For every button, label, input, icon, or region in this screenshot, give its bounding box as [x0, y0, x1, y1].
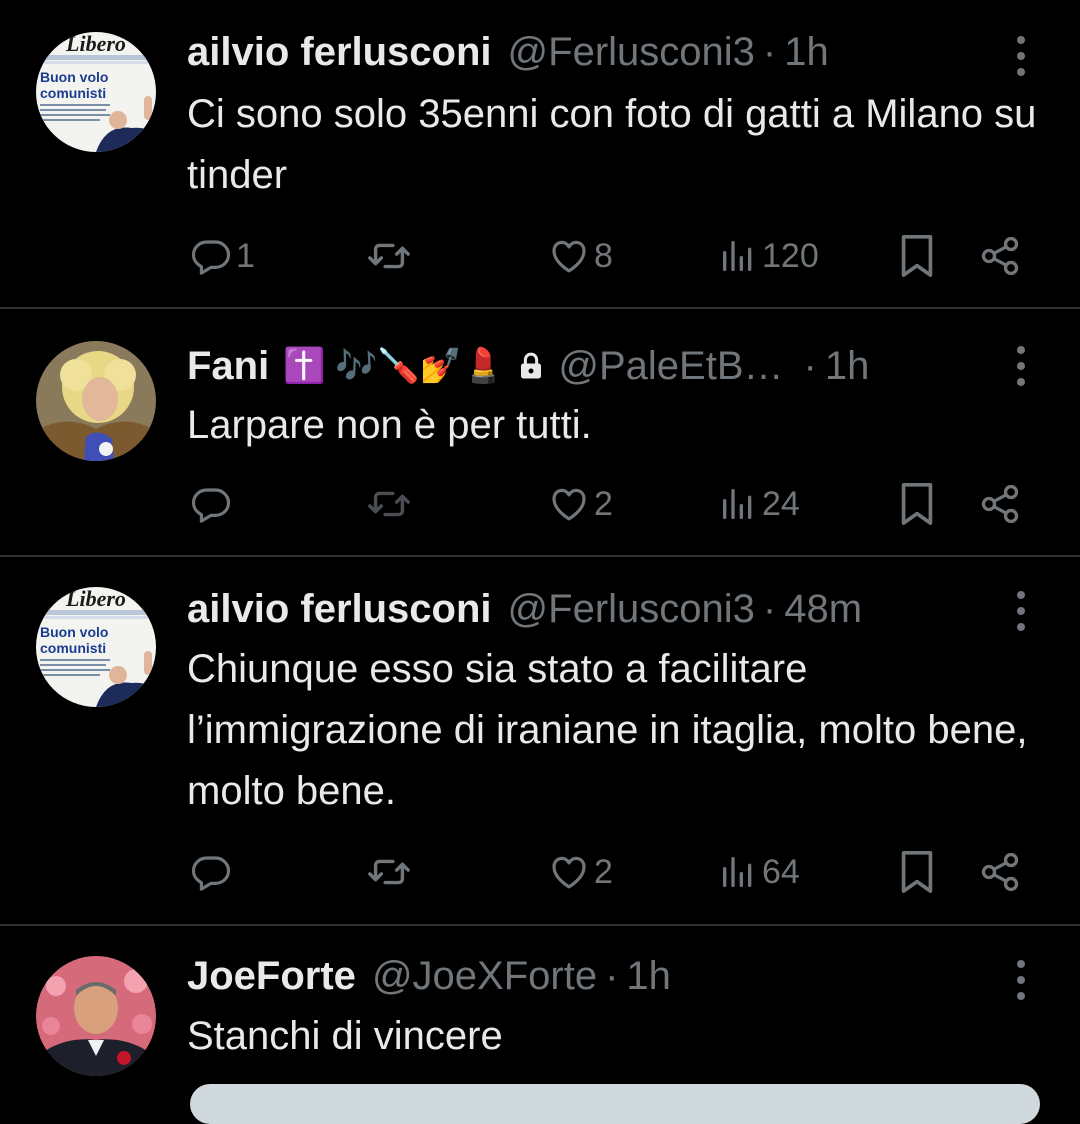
reply-button[interactable]: [190, 842, 232, 902]
bookmark-icon: [901, 851, 933, 893]
heart-icon: [552, 856, 586, 889]
view-count: 24: [762, 484, 800, 523]
bookmark-icon: [901, 483, 933, 525]
tweet[interactable]: Libero Buon volo comunisti ailvio ferlus…: [0, 557, 1080, 926]
views-chart-icon: [723, 489, 752, 519]
like-count: 2: [594, 852, 613, 891]
name-emojis: ✝️ 🎶🪛💅💄: [283, 347, 505, 385]
views-button[interactable]: 24: [718, 474, 800, 534]
view-count: 120: [762, 236, 819, 275]
author-handle[interactable]: @JoeXForte: [372, 954, 597, 999]
avatar[interactable]: [36, 341, 156, 461]
like-count: 8: [594, 236, 613, 275]
retweet-icon: [368, 243, 410, 269]
retweet-button[interactable]: [366, 842, 412, 902]
reply-button[interactable]: 1: [190, 226, 255, 286]
share-button[interactable]: [978, 474, 1022, 534]
timestamp[interactable]: 48m: [784, 587, 862, 632]
bookmark-button[interactable]: [897, 226, 937, 286]
avatar[interactable]: Libero Buon volo comunisti: [36, 32, 156, 152]
share-button[interactable]: [978, 226, 1022, 286]
author-name[interactable]: ailvio ferlusconi: [187, 30, 492, 75]
separator-dot: ·: [803, 343, 817, 388]
svg-text:Buon volo: Buon volo: [40, 69, 108, 85]
bookmark-icon: [901, 235, 933, 277]
like-button[interactable]: 2: [548, 474, 613, 534]
more-options-icon[interactable]: [1006, 581, 1036, 641]
reply-count: 1: [236, 236, 255, 275]
svg-text:comunisti: comunisti: [40, 85, 106, 101]
tweet-text: Stanchi di vincere: [187, 1014, 503, 1058]
like-button[interactable]: 2: [548, 842, 613, 902]
bookmark-button[interactable]: [897, 842, 937, 902]
separator-dot: ·: [762, 29, 777, 74]
views-button[interactable]: 120: [718, 226, 819, 286]
tweet[interactable]: Fani ✝️ 🎶🪛💅💄 @PaleEtB… · 1h Larpare non …: [0, 309, 1080, 557]
heart-icon: [552, 240, 586, 273]
retweet-button[interactable]: [366, 474, 412, 534]
timestamp[interactable]: 1h: [825, 344, 870, 389]
heart-icon: [552, 488, 586, 521]
author-handle[interactable]: @PaleEtB…: [558, 344, 783, 389]
more-options-icon[interactable]: [1006, 950, 1036, 1010]
timestamp[interactable]: 1h: [784, 30, 829, 75]
author-name[interactable]: Fani: [187, 344, 269, 389]
media-preview[interactable]: [190, 1084, 1040, 1124]
like-button[interactable]: 8: [548, 226, 613, 286]
reply-icon: [191, 240, 231, 275]
tweet[interactable]: JoeForte @JoeXForte · 1h Stanchi di vinc…: [0, 926, 1080, 1096]
retweet-icon: [368, 491, 410, 517]
svg-text:comunisti: comunisti: [40, 640, 106, 656]
view-count: 64: [762, 852, 800, 891]
share-icon: [981, 236, 1019, 276]
retweet-button[interactable]: [366, 226, 412, 286]
bookmark-button[interactable]: [897, 474, 937, 534]
share-icon: [981, 852, 1019, 892]
views-button[interactable]: 64: [718, 842, 800, 902]
svg-text:Buon volo: Buon volo: [40, 624, 108, 640]
avatar[interactable]: [36, 956, 156, 1076]
tweet-text: Larpare non è per tutti.: [187, 403, 592, 447]
tweet[interactable]: Libero Buon volo comunisti ailvio ferlus…: [0, 0, 1080, 309]
lock-icon: [516, 351, 546, 381]
tweet-text: Chiunque esso sia stato a facilitare l’i…: [187, 647, 1028, 813]
action-bar: 2 64: [0, 842, 1080, 902]
more-options-icon[interactable]: [1006, 336, 1036, 396]
reply-icon: [191, 856, 231, 891]
separator-dot: ·: [605, 953, 619, 998]
svg-text:Libero: Libero: [65, 32, 126, 56]
share-icon: [981, 484, 1019, 524]
views-chart-icon: [723, 857, 752, 887]
tweet-text: Ci sono solo 35enni con foto di gatti a …: [187, 92, 1037, 197]
share-button[interactable]: [978, 842, 1022, 902]
views-chart-icon: [723, 241, 752, 271]
separator-dot: ·: [762, 586, 777, 631]
reply-button[interactable]: [190, 474, 232, 534]
author-handle[interactable]: @Ferlusconi3: [508, 30, 755, 75]
author-handle[interactable]: @Ferlusconi3: [508, 587, 755, 632]
action-bar: 2 24: [0, 474, 1080, 534]
more-options-icon[interactable]: [1006, 26, 1036, 86]
author-name[interactable]: ailvio ferlusconi: [187, 587, 492, 632]
retweet-icon: [368, 859, 410, 885]
avatar[interactable]: Libero Buon volo comunisti: [36, 587, 156, 707]
action-bar: 1 8 120: [0, 226, 1080, 286]
timestamp[interactable]: 1h: [626, 954, 671, 999]
svg-text:Libero: Libero: [65, 587, 126, 611]
like-count: 2: [594, 484, 613, 523]
reply-icon: [191, 488, 231, 523]
author-name[interactable]: JoeForte: [187, 954, 356, 999]
